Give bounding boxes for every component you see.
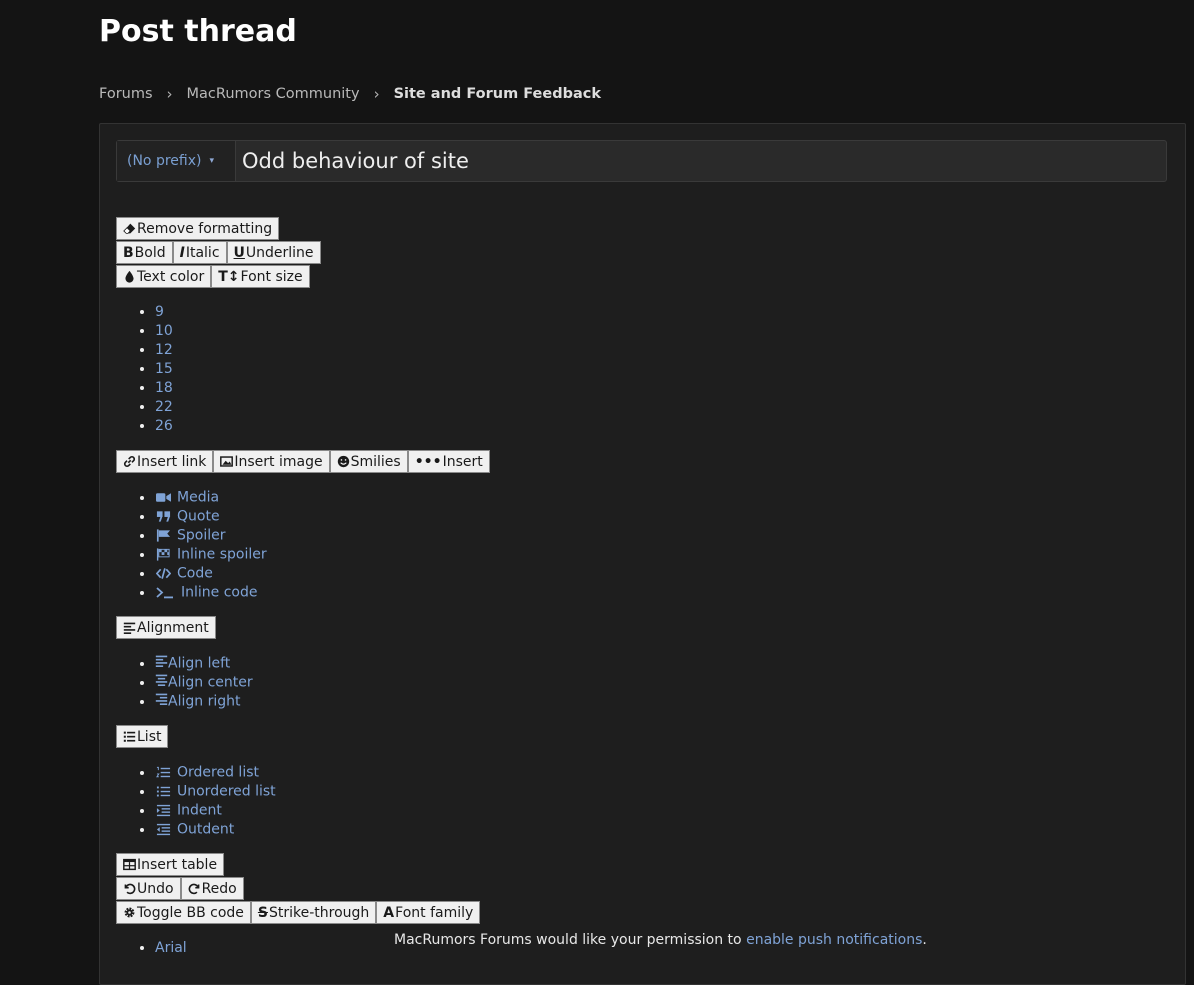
image-icon [220, 455, 234, 468]
list-item[interactable]: 10 [155, 322, 173, 341]
toolbar-row-6: List [116, 725, 169, 748]
alignment-button[interactable]: Alignment [116, 616, 216, 639]
unordered-list-icon [155, 782, 171, 801]
align-center-icon [155, 673, 168, 692]
strikethrough-icon: S [257, 904, 268, 921]
smilies-button[interactable]: Smilies [329, 450, 408, 473]
toolbar-row-8: Undo Redo [116, 877, 244, 900]
insert-button[interactable]: ••• Insert [407, 450, 490, 473]
list-item[interactable]: Unordered list [155, 782, 276, 801]
insert-image-button[interactable]: Insert image [213, 450, 330, 473]
list-item[interactable]: 22 [155, 398, 173, 417]
code-icon [155, 564, 171, 583]
align-left-icon [123, 621, 136, 634]
thread-title-row: (No prefix) ▾ [116, 140, 1167, 182]
indent-icon [155, 801, 171, 820]
toolbar-row-5: Alignment [116, 616, 216, 639]
eraser-icon [123, 222, 136, 235]
list-item[interactable]: Align center [155, 673, 253, 692]
list-item[interactable]: 26 [155, 417, 173, 436]
breadcrumb-feedback[interactable]: Site and Forum Feedback [394, 86, 601, 102]
toolbar-row-2: B Bold I Italic U Underline [116, 241, 321, 264]
list-item[interactable]: 15 [155, 360, 173, 379]
toolbar-row-1: Remove formatting [116, 217, 280, 240]
align-left-icon [155, 654, 168, 673]
font-family-menu: Arial [116, 939, 187, 958]
list-item[interactable]: 12 [155, 341, 173, 360]
droplet-icon [123, 270, 136, 283]
push-notification-notice: MacRumors Forums would like your permiss… [394, 932, 927, 948]
list-item[interactable]: Quote [155, 507, 267, 526]
undo-button[interactable]: Undo [116, 877, 181, 900]
smiley-icon [337, 455, 350, 468]
insert-link-button[interactable]: Insert link [116, 450, 214, 473]
prefix-select-value: (No prefix) [127, 153, 202, 169]
redo-button[interactable]: Redo [180, 877, 244, 900]
video-icon [155, 488, 171, 507]
list-item[interactable]: Arial [155, 939, 187, 958]
terminal-icon [155, 583, 175, 602]
list-button[interactable]: List [116, 725, 169, 748]
insert-table-button[interactable]: Insert table [116, 853, 225, 876]
caret-down-icon: ▾ [209, 156, 214, 166]
chevron-right-icon: › [166, 85, 173, 103]
italic-icon: I [179, 244, 185, 261]
outdent-icon [155, 820, 171, 839]
italic-button[interactable]: I Italic [172, 241, 227, 264]
checkered-flag-icon [155, 545, 171, 564]
font-family-button[interactable]: A Font family [376, 901, 481, 924]
page-title: Post thread [99, 14, 297, 49]
breadcrumb-community[interactable]: MacRumors Community [187, 86, 360, 102]
enable-push-notifications-link[interactable]: enable push notifications [746, 932, 922, 948]
list-item[interactable]: Media [155, 488, 267, 507]
list-item[interactable]: Spoiler [155, 526, 267, 545]
underline-icon: U [233, 244, 245, 261]
list-item[interactable]: Outdent [155, 820, 276, 839]
breadcrumb: Forums › MacRumors Community › Site and … [99, 85, 601, 103]
toolbar-row-7: Insert table [116, 853, 225, 876]
ordered-list-icon [155, 763, 171, 782]
link-icon [123, 455, 136, 468]
bold-icon: B [123, 244, 134, 261]
bold-button[interactable]: B Bold [116, 241, 173, 264]
ellipsis-icon: ••• [414, 453, 442, 470]
table-icon [123, 858, 136, 871]
prefix-select[interactable]: (No prefix) ▾ [117, 141, 236, 181]
list-item[interactable]: Inline code [155, 583, 267, 602]
strike-through-button[interactable]: S Strike-through [250, 901, 377, 924]
toolbar-row-4: Insert link Insert image Smilies ••• Ins… [116, 450, 490, 473]
undo-icon [123, 882, 136, 895]
list-item[interactable]: Align left [155, 654, 253, 673]
list-icon [123, 730, 136, 743]
toolbar-row-3: Text color T↕ Font size [116, 265, 310, 288]
chevron-right-icon: › [373, 85, 380, 103]
font-size-button[interactable]: T↕ Font size [211, 265, 310, 288]
quote-icon [155, 507, 171, 526]
toolbar-row-9: Toggle BB code S Strike-through A Font f… [116, 901, 481, 924]
list-item[interactable]: Ordered list [155, 763, 276, 782]
remove-formatting-button[interactable]: Remove formatting [116, 217, 280, 240]
list-item[interactable]: Code [155, 564, 267, 583]
toggle-bb-code-button[interactable]: Toggle BB code [116, 901, 251, 924]
font-size-menu: 9 10 12 15 18 22 26 [116, 303, 173, 436]
font-icon: A [383, 904, 395, 921]
list-item[interactable]: Indent [155, 801, 276, 820]
list-item[interactable]: Inline spoiler [155, 545, 267, 564]
gear-icon [123, 906, 136, 919]
list-item[interactable]: 9 [155, 303, 173, 322]
alignment-menu: Align left Align center Align right [116, 654, 253, 711]
text-height-icon: T↕ [218, 268, 240, 285]
breadcrumb-forums[interactable]: Forums [99, 86, 153, 102]
list-item[interactable]: Align right [155, 692, 253, 711]
list-item[interactable]: 18 [155, 379, 173, 398]
redo-icon [188, 882, 201, 895]
list-menu: Ordered list Unordered list Indent Outde… [116, 763, 276, 839]
align-right-icon [155, 692, 168, 711]
insert-menu: Media Quote Spoiler Inline spoiler Code … [116, 488, 267, 602]
text-color-button[interactable]: Text color [116, 265, 212, 288]
underline-button[interactable]: U Underline [226, 241, 321, 264]
thread-title-input[interactable] [236, 141, 1166, 181]
flag-icon [155, 526, 171, 545]
